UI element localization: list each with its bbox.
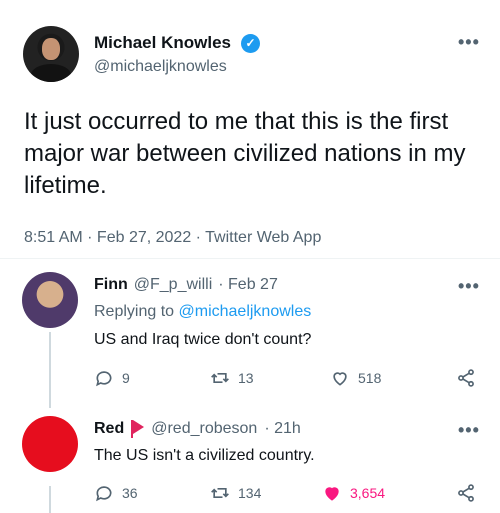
replying-to: Replying to @michaeljknowles [94,303,311,321]
reply-button[interactable]: 36 [94,483,138,503]
retweet-icon [211,373,229,383]
like-count: 3,654 [350,485,386,501]
like-button[interactable]: 3,654 [322,483,385,503]
share-icon [458,369,474,387]
reply-author-name[interactable]: Finn [94,276,128,294]
share-button[interactable] [456,483,476,503]
reply-author-handle[interactable]: @red_robeson [151,420,257,438]
reply-icon [96,371,112,387]
tweet-text: It just occurred to me that this is the … [24,108,466,199]
share-button[interactable] [456,368,476,388]
author-handle[interactable]: @michaeljknowles [94,58,227,76]
retweet-icon [211,488,229,498]
reply-author-name[interactable]: Red [94,420,124,438]
reply-count: 36 [122,485,138,501]
avatar-red[interactable] [22,416,78,472]
reply-header: Finn @F_p_willi · Feb 27 [94,276,278,294]
thread-line [49,486,51,513]
avatar-michael-knowles[interactable] [23,26,79,82]
like-count: 518 [358,370,382,386]
reply-button[interactable]: 9 [94,368,130,388]
reply-header: Red @red_robeson · 21h [94,420,301,438]
share-icon [458,484,474,502]
divider [0,258,500,259]
reply-icon [96,486,112,502]
reply-count: 9 [122,370,130,386]
reply-time[interactable]: · 21h [264,420,300,438]
reply-text: US and Iraq twice don't count? [94,331,312,348]
replying-to-link[interactable]: @michaeljknowles [179,303,312,320]
retweet-button[interactable]: 13 [210,368,254,388]
reply-author-handle[interactable]: @F_p_willi [134,276,212,294]
author-name[interactable]: Michael Knowles [94,33,231,53]
more-icon[interactable]: ••• [458,420,480,441]
more-icon[interactable]: ••• [458,32,480,53]
retweet-count: 13 [238,370,254,386]
retweet-button[interactable]: 134 [210,483,261,503]
like-button[interactable]: 518 [330,368,381,388]
reply-text: The US isn't a civilized country. [94,447,315,464]
flag-icon [131,420,145,438]
avatar-finn[interactable] [22,272,78,328]
like-icon [333,372,347,386]
like-icon [325,487,339,501]
retweet-count: 134 [238,485,262,501]
tweet-timestamp[interactable]: 8:51 AM · Feb 27, 2022 · Twitter Web App [24,229,321,247]
thread-line [49,332,51,408]
verified-badge-icon: ✓ [241,34,260,53]
replying-prefix: Replying to [94,303,175,320]
more-icon[interactable]: ••• [458,276,480,297]
reply-time[interactable]: · Feb 27 [218,276,278,294]
